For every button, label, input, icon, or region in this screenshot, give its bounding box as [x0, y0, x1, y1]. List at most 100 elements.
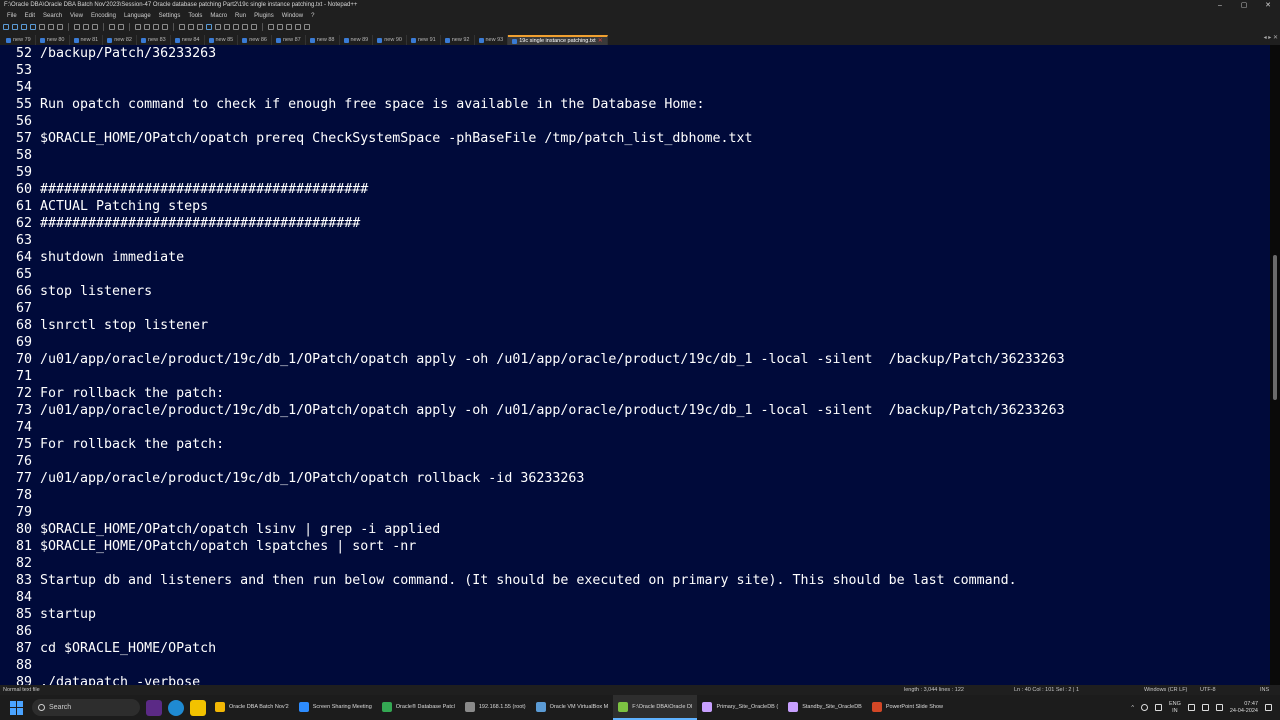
text-editor[interactable]: 52/backup/Patch/36233263 53 54 55 Run opatch…: [0, 45, 1280, 685]
editor-line[interactable]: 70/u01/app/oracle/product/19c/db_1/OPatc…: [0, 351, 1065, 368]
run-macro-icon[interactable]: [295, 24, 301, 30]
copy-icon[interactable]: [83, 24, 89, 30]
close-file-icon[interactable]: [39, 24, 45, 30]
stop-macro-icon[interactable]: [277, 24, 283, 30]
notification-bell-icon[interactable]: [1265, 704, 1272, 711]
menu-edit[interactable]: Edit: [21, 11, 39, 21]
tab-scroll-arrows[interactable]: ◂ ▸ ✕: [1264, 34, 1278, 41]
paste-icon[interactable]: [92, 24, 98, 30]
function-list-icon[interactable]: [233, 24, 239, 30]
menu-language[interactable]: Language: [120, 11, 155, 21]
scrollbar-thumb[interactable]: [1273, 255, 1277, 400]
editor-line[interactable]: 67: [0, 300, 32, 317]
editor-line[interactable]: 87 cd $ORACLE_HOME/OPatch: [0, 640, 216, 657]
indent-guide-icon[interactable]: [206, 24, 212, 30]
taskbar-app[interactable]: Primary_Site_OracleDB (: [697, 695, 783, 720]
editor-line[interactable]: 75 For rollback the patch:: [0, 436, 224, 453]
tab-new-83[interactable]: new 83: [137, 35, 171, 45]
tab-new-85[interactable]: new 85: [205, 35, 239, 45]
editor-line[interactable]: 71: [0, 368, 32, 385]
replace-icon[interactable]: [144, 24, 150, 30]
close-button[interactable]: ✕: [1256, 0, 1280, 11]
editor-line[interactable]: 74: [0, 419, 32, 436]
maximize-button[interactable]: ▢: [1232, 0, 1256, 11]
word-wrap-icon[interactable]: [188, 24, 194, 30]
usb-icon[interactable]: [1154, 704, 1162, 711]
vertical-scrollbar[interactable]: [1270, 45, 1280, 685]
tab-new-87[interactable]: new 87: [272, 35, 306, 45]
editor-line[interactable]: 78: [0, 487, 32, 504]
language-indicator[interactable]: ENG IN: [1169, 701, 1181, 715]
menu-settings[interactable]: Settings: [155, 11, 185, 21]
editor-line[interactable]: 61 ACTUAL Patching steps: [0, 198, 208, 215]
editor-line[interactable]: 76: [0, 453, 32, 470]
tab-new-80[interactable]: new 80: [36, 35, 70, 45]
editor-line[interactable]: 69: [0, 334, 32, 351]
taskbar-app[interactable]: Oracle VM VirtualBox M: [531, 695, 614, 720]
editor-line[interactable]: 82: [0, 555, 32, 572]
sync-scroll-icon[interactable]: [179, 24, 185, 30]
speaker-icon[interactable]: [1201, 704, 1209, 711]
tab-19c-single-instance-patching[interactable]: 19c single instance patching.txt ✕: [508, 35, 608, 45]
editor-line[interactable]: 54: [0, 79, 32, 96]
taskbar-app[interactable]: Screen Sharing Meeting: [294, 695, 377, 720]
tab-new-93[interactable]: new 93: [475, 35, 509, 45]
doc-map-icon[interactable]: [224, 24, 230, 30]
menu-search[interactable]: Search: [39, 11, 66, 21]
tab-new-84[interactable]: new 84: [171, 35, 205, 45]
editor-line[interactable]: 56: [0, 113, 32, 130]
editor-line[interactable]: 62 ######################################…: [0, 215, 360, 232]
file-explorer-icon[interactable]: [190, 699, 206, 716]
editor-line[interactable]: 86: [0, 623, 32, 640]
editor-line[interactable]: 52/backup/Patch/36233263: [0, 45, 216, 62]
tab-new-91[interactable]: new 91: [407, 35, 441, 45]
editor-line[interactable]: 59: [0, 164, 32, 181]
taskbar-app[interactable]: PowerPoint Slide Show: [867, 695, 948, 720]
cloud-icon[interactable]: [1140, 704, 1148, 711]
tab-new-92[interactable]: new 92: [441, 35, 475, 45]
premiere-icon[interactable]: [146, 699, 162, 716]
taskbar-search[interactable]: Search: [32, 699, 140, 716]
menu-plugins[interactable]: Plugins: [250, 11, 278, 21]
menu-file[interactable]: File: [3, 11, 21, 21]
new-file-icon[interactable]: [3, 24, 9, 30]
editor-line[interactable]: 63: [0, 232, 32, 249]
save-macro-icon[interactable]: [304, 24, 310, 30]
edge-icon[interactable]: [168, 699, 184, 716]
menu-encoding[interactable]: Encoding: [87, 11, 120, 21]
language-icon[interactable]: [215, 24, 221, 30]
taskbar-app[interactable]: Oracle DBA Batch Nov'2: [210, 695, 294, 720]
menu-run[interactable]: Run: [231, 11, 250, 21]
tray-overflow-icon[interactable]: ^: [1131, 705, 1134, 711]
undo-icon[interactable]: [109, 24, 115, 30]
editor-line[interactable]: 89 ./datapatch -verbose: [0, 674, 200, 685]
tab-new-79[interactable]: new 79: [2, 35, 36, 45]
folder-workspace-icon[interactable]: [242, 24, 248, 30]
editor-line[interactable]: 80 $ORACLE_HOME/OPatch/opatch lsinv | gre…: [0, 521, 440, 538]
cut-icon[interactable]: [74, 24, 80, 30]
editor-line[interactable]: 58: [0, 147, 32, 164]
taskbar-app[interactable]: F:\Oracle DBA\Oracle DI: [613, 695, 698, 720]
menu-view[interactable]: View: [66, 11, 87, 21]
close-all-icon[interactable]: [48, 24, 54, 30]
zoom-out-icon[interactable]: [162, 24, 168, 30]
tab-new-82[interactable]: new 82: [103, 35, 137, 45]
tab-new-81[interactable]: new 81: [70, 35, 104, 45]
editor-line[interactable]: 88: [0, 657, 32, 674]
editor-line[interactable]: 68 lsnrctl stop listener: [0, 317, 208, 334]
taskbar-app[interactable]: 192.168.1.55 (root): [460, 695, 531, 720]
tab-new-86[interactable]: new 86: [238, 35, 272, 45]
battery-icon[interactable]: [1215, 704, 1223, 711]
menu-window[interactable]: Window: [278, 11, 307, 21]
editor-line[interactable]: 79: [0, 504, 32, 521]
wifi-icon[interactable]: [1187, 704, 1195, 711]
record-macro-icon[interactable]: [268, 24, 274, 30]
editor-line[interactable]: 60 ######################################…: [0, 181, 368, 198]
tab-new-88[interactable]: new 88: [306, 35, 340, 45]
editor-line[interactable]: 85 startup: [0, 606, 96, 623]
tab-new-90[interactable]: new 90: [373, 35, 407, 45]
editor-line[interactable]: 84: [0, 589, 32, 606]
editor-line[interactable]: 83 Startup db and listeners and then run …: [0, 572, 1017, 589]
menu-help[interactable]: ?: [307, 11, 318, 21]
menu-macro[interactable]: Macro: [206, 11, 231, 21]
